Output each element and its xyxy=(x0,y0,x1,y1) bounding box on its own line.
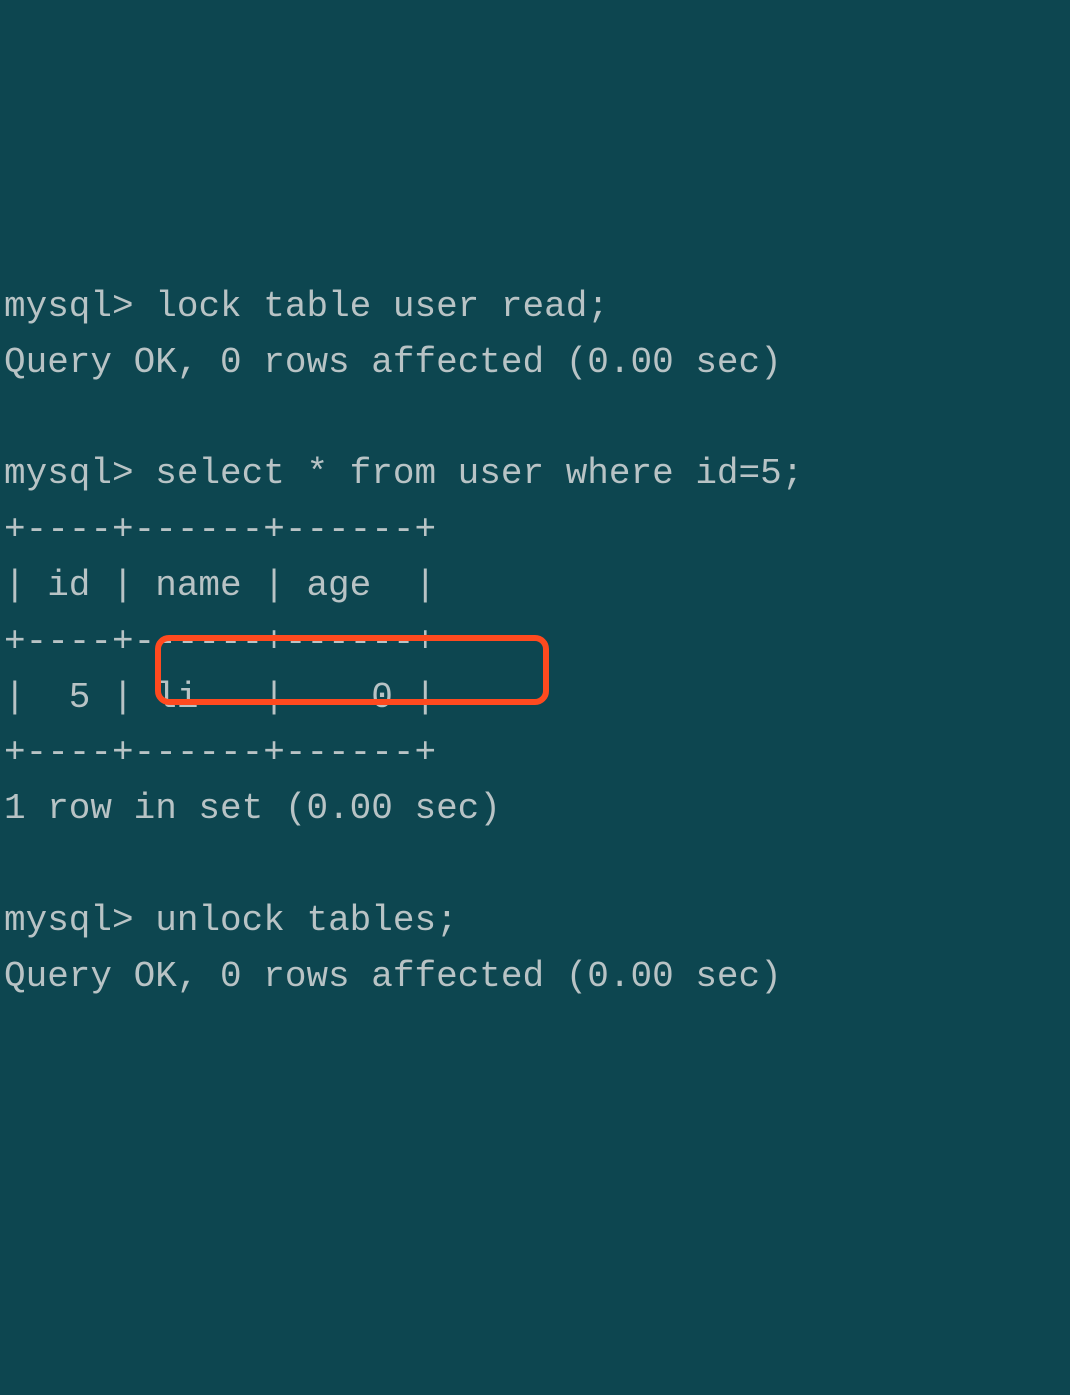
mysql-prompt: mysql> xyxy=(4,453,134,494)
table-border-top: +----+------+------+ xyxy=(4,509,436,550)
mysql-prompt: mysql> xyxy=(4,286,134,327)
response-3: Query OK, 0 rows affected (0.00 sec) xyxy=(4,956,782,997)
command-2: select * from user where id=5; xyxy=(155,453,803,494)
table-border-mid: +----+------+------+ xyxy=(4,621,436,662)
table-border-bottom: +----+------+------+ xyxy=(4,732,436,773)
prompt-line-1: mysql> lock table user read; xyxy=(4,286,609,327)
table-row: | 5 | li | 0 | xyxy=(4,677,436,718)
command-3: unlock tables; xyxy=(155,900,457,941)
terminal-output[interactable]: mysql> lock table user read; Query OK, 0… xyxy=(0,223,1070,1004)
response-2: 1 row in set (0.00 sec) xyxy=(4,788,501,829)
mysql-prompt: mysql> xyxy=(4,900,134,941)
response-1: Query OK, 0 rows affected (0.00 sec) xyxy=(4,342,782,383)
prompt-line-2: mysql> select * from user where id=5; xyxy=(4,453,803,494)
prompt-line-3: mysql> unlock tables; xyxy=(4,900,458,941)
table-header: | id | name | age | xyxy=(4,565,436,606)
command-1: lock table user read; xyxy=(155,286,609,327)
